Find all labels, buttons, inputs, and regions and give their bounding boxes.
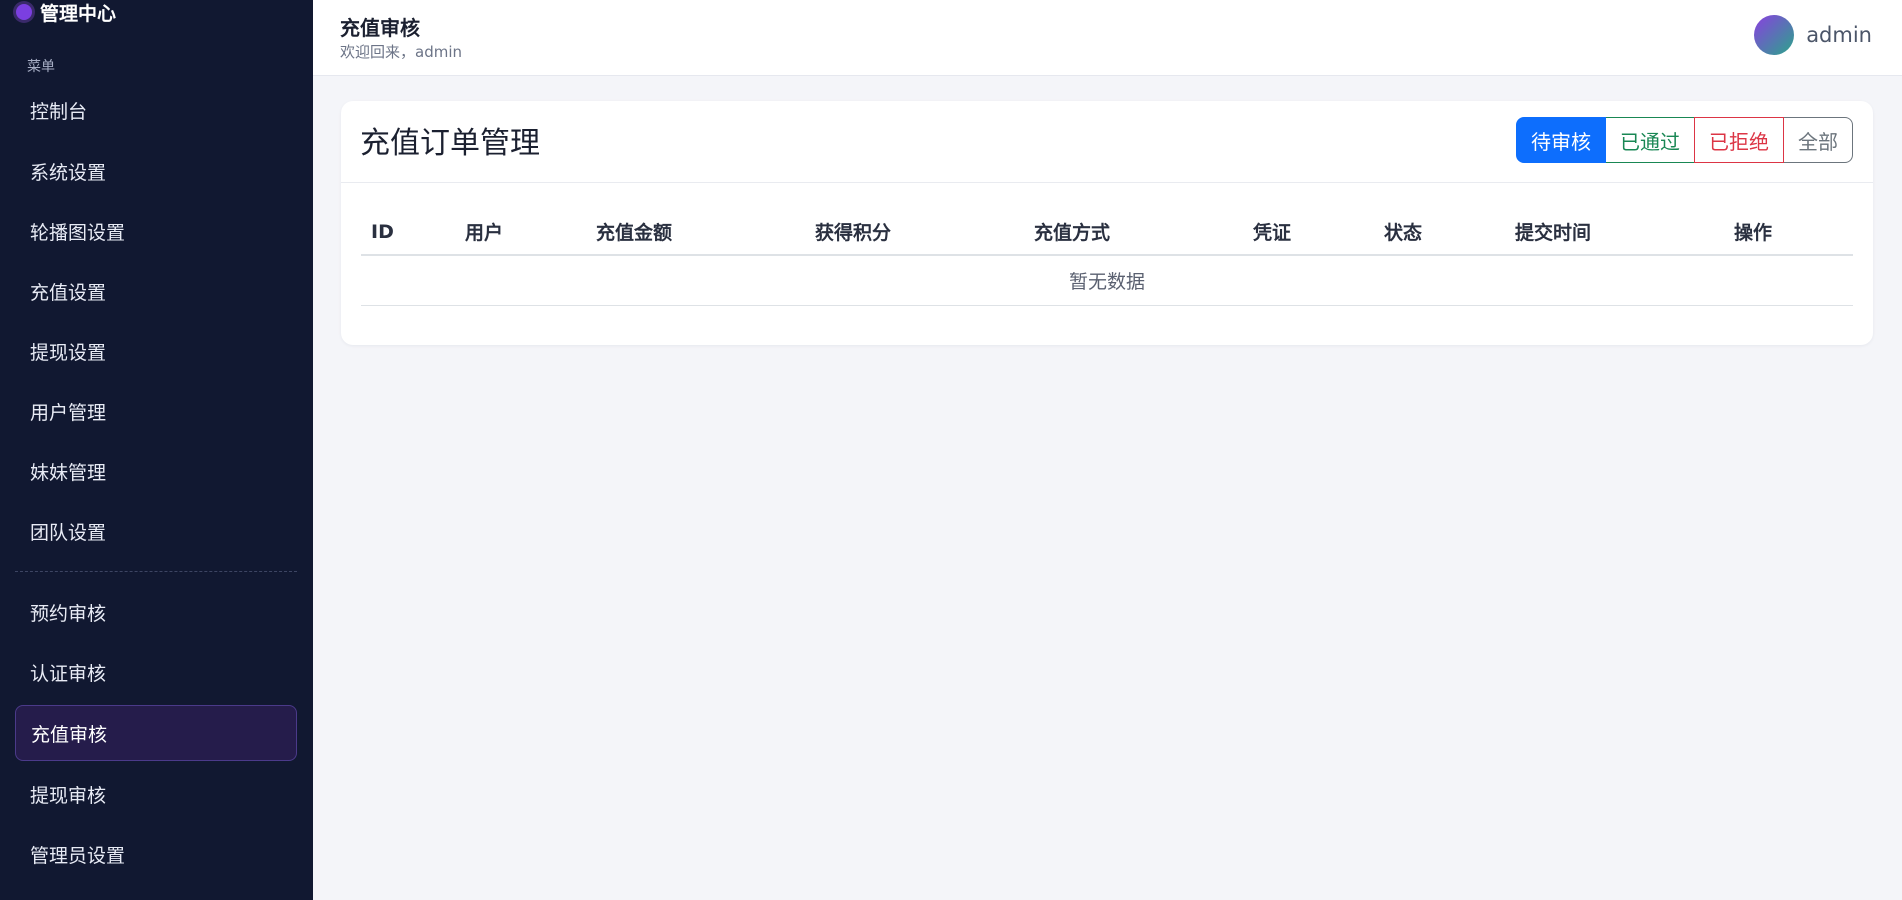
empty-state: 暂无数据 [361, 255, 1853, 306]
user-menu[interactable]: admin [1754, 15, 1872, 55]
column-header-method: 充值方式 [1024, 209, 1243, 256]
sidebar-item-dashboard[interactable]: 控制台 [15, 82, 297, 138]
brand-logo-icon [16, 4, 32, 20]
welcome-text: 欢迎回来，admin [340, 43, 463, 61]
sidebar-item-banner-settings[interactable]: 轮播图设置 [15, 203, 297, 259]
filter-rejected-button[interactable]: 已拒绝 [1694, 117, 1784, 163]
sidebar-item-withdraw-review[interactable]: 提现审核 [15, 766, 297, 822]
card-title: 充值订单管理 [360, 126, 540, 161]
recharge-orders-card: 充值订单管理 待审核 已通过 已拒绝 全部 ID 用户 充值金额 获得积分 充值… [341, 101, 1873, 345]
filter-all-button[interactable]: 全部 [1783, 117, 1853, 163]
sidebar-item-user-management[interactable]: 用户管理 [15, 383, 297, 439]
sidebar: 管理中心 菜单 控制台 系统设置 轮播图设置 充值设置 提现设置 用户管理 妹妹… [0, 0, 313, 900]
sidebar-item-admin-settings[interactable]: 管理员设置 [15, 826, 297, 882]
orders-table: ID 用户 充值金额 获得积分 充值方式 凭证 状态 提交时间 操作 暂无数据 [361, 209, 1853, 306]
sidebar-item-recharge-settings[interactable]: 充值设置 [15, 263, 297, 319]
column-header-points: 获得积分 [805, 209, 1024, 256]
sidebar-item-withdraw-settings[interactable]: 提现设置 [15, 323, 297, 379]
menu-caption: 菜单 [27, 59, 55, 75]
column-header-submit-time: 提交时间 [1505, 209, 1724, 256]
menu-divider [15, 571, 297, 572]
page-title: 充值审核 [340, 16, 420, 40]
sidebar-item-booking-review[interactable]: 预约审核 [15, 584, 297, 640]
column-header-proof: 凭证 [1243, 209, 1374, 256]
filter-pending-button[interactable]: 待审核 [1516, 117, 1606, 163]
filter-approved-button[interactable]: 已通过 [1605, 117, 1695, 163]
brand-title: 管理中心 [40, 2, 117, 25]
table-header-row: ID 用户 充值金额 获得积分 充值方式 凭证 状态 提交时间 操作 [361, 209, 1853, 256]
column-header-amount: 充值金额 [586, 209, 805, 256]
avatar[interactable] [1754, 15, 1795, 55]
sidebar-item-verification-review[interactable]: 认证审核 [15, 644, 297, 700]
sidebar-item-system-settings[interactable]: 系统设置 [15, 143, 297, 199]
brand: 管理中心 [16, 0, 117, 25]
sidebar-item-recharge-review[interactable]: 充值审核 [15, 705, 297, 761]
column-header-actions: 操作 [1724, 209, 1853, 256]
top-header: 充值审核 欢迎回来，admin admin [313, 0, 1902, 76]
sidebar-item-girls-management[interactable]: 妹妹管理 [15, 443, 297, 499]
column-header-status: 状态 [1374, 209, 1505, 256]
card-header: 充值订单管理 待审核 已通过 已拒绝 全部 [341, 101, 1873, 183]
sidebar-item-team-settings[interactable]: 团队设置 [15, 503, 297, 559]
table-row: 暂无数据 [361, 255, 1853, 306]
column-header-id: ID [361, 209, 455, 256]
column-header-user: 用户 [455, 209, 586, 256]
status-filter-group: 待审核 已通过 已拒绝 全部 [1516, 117, 1853, 163]
username[interactable]: admin [1806, 23, 1872, 47]
